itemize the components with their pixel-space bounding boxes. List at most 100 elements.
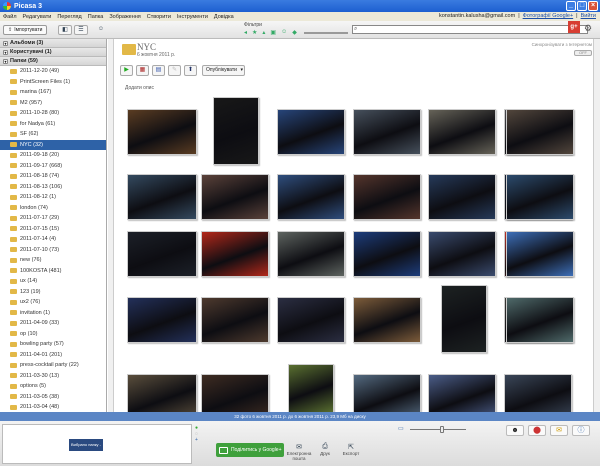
folder-item[interactable]: PrintScreen Files (1): [0, 77, 106, 88]
menu-help[interactable]: Довідка: [214, 14, 234, 20]
zoom-slider-handle[interactable]: [440, 426, 444, 433]
section-people[interactable]: ▾ Користувачі (1): [0, 48, 106, 57]
blog-button[interactable]: ✎: [168, 65, 181, 76]
main-scrollbar[interactable]: [593, 39, 600, 412]
photo-thumbnail[interactable]: [213, 97, 259, 165]
section-folders[interactable]: ▾ Папки (59): [0, 57, 106, 66]
photo-thumbnail[interactable]: [277, 297, 345, 343]
folder-item[interactable]: 2011-09-18 (20): [0, 150, 106, 161]
gear-icon[interactable]: ⚙: [584, 23, 592, 34]
collapse-icon[interactable]: ▾: [3, 58, 8, 64]
search-input[interactable]: ⌕: [352, 25, 588, 34]
folder-item[interactable]: 2011-07-14 (4): [0, 234, 106, 245]
folder-item[interactable]: london (74): [0, 203, 106, 214]
minimize-button[interactable]: _: [566, 1, 576, 11]
folder-item[interactable]: M2 (957): [0, 98, 106, 109]
add-icon[interactable]: +: [195, 437, 203, 443]
maximize-button[interactable]: □: [577, 1, 587, 11]
menu-picture[interactable]: Зображення: [109, 14, 140, 20]
movie-button[interactable]: ▤: [152, 65, 165, 76]
menu-edit[interactable]: Редагувати: [23, 14, 52, 20]
folder-item[interactable]: 2011-08-18 (74): [0, 171, 106, 182]
collage-button[interactable]: ▦: [136, 65, 149, 76]
photo-thumbnail[interactable]: [127, 174, 197, 220]
menu-view[interactable]: Перегляд: [57, 14, 81, 20]
thumbnail-zoom[interactable]: ▭: [398, 425, 470, 433]
folder-item[interactable]: NYC (32): [0, 139, 106, 150]
info-icon[interactable]: ⓘ: [572, 425, 590, 436]
folder-item[interactable]: press-cocktail party (22): [0, 360, 106, 371]
folder-item[interactable]: op (10): [0, 329, 106, 340]
folder-item[interactable]: invitation (1): [0, 308, 106, 319]
publish-button[interactable]: Опублікувати ▾: [202, 65, 245, 76]
photo-thumbnail[interactable]: [506, 231, 574, 277]
folder-item[interactable]: 2011-03-30 (13): [0, 371, 106, 382]
folder-item[interactable]: marina (167): [0, 87, 106, 98]
folder-item[interactable]: new (76): [0, 255, 106, 266]
tag-icon[interactable]: ✉: [550, 425, 568, 436]
album-date[interactable]: 6 жовтня 2011 р.: [137, 52, 175, 58]
movie-filter-icon[interactable]: ▣: [270, 29, 276, 36]
folder-item[interactable]: 2011-04-09 (33): [0, 318, 106, 329]
google-photos-link[interactable]: Фотографії Google+: [523, 13, 574, 19]
folder-item[interactable]: 2011-07-17 (29): [0, 213, 106, 224]
photo-thumbnail[interactable]: [277, 174, 345, 220]
photo-thumbnail[interactable]: [353, 374, 421, 412]
folder-item[interactable]: ux2 (76): [0, 297, 106, 308]
menu-file[interactable]: Файл: [3, 14, 17, 20]
photo-thumbnail[interactable]: [504, 374, 572, 412]
menu-tools[interactable]: Інструменти: [177, 14, 208, 20]
photo-thumbnail[interactable]: [506, 297, 574, 343]
date-filter-slider[interactable]: [304, 32, 348, 34]
photo-thumbnail[interactable]: [201, 374, 269, 412]
folder-item[interactable]: SF (62): [0, 129, 106, 140]
photo-thumbnail[interactable]: [288, 364, 334, 412]
photo-thumbnail[interactable]: [353, 174, 421, 220]
menu-create[interactable]: Створити: [147, 14, 171, 20]
menu-folder[interactable]: Папка: [88, 14, 104, 20]
folder-item[interactable]: 2011-10-28 (80): [0, 108, 106, 119]
upload-filter-icon[interactable]: ▴: [262, 29, 265, 36]
photo-thumbnail[interactable]: [353, 231, 421, 277]
import-button[interactable]: ⇪ Імпортувати: [3, 25, 48, 35]
google-plus-icon[interactable]: g+: [568, 21, 580, 33]
folder-item[interactable]: 2011-04-01 (201): [0, 350, 106, 361]
share-google-plus-button[interactable]: Поділитись у Google+: [216, 443, 284, 457]
folder-item[interactable]: 2011-09-17 (668): [0, 161, 106, 172]
export-button[interactable]: ⇱ Експорт: [338, 443, 364, 456]
folder-item[interactable]: options (5): [0, 381, 106, 392]
geotag-filter-icon[interactable]: ◆: [292, 29, 297, 36]
close-button[interactable]: ×: [588, 1, 598, 11]
location-pin-icon[interactable]: ⬤: [528, 425, 546, 436]
folder-item[interactable]: 2011-07-10 (73): [0, 245, 106, 256]
folder-item[interactable]: for Nadya (61): [0, 119, 106, 130]
photo-thumbnail[interactable]: [428, 374, 496, 412]
photo-thumbnail[interactable]: [506, 109, 574, 155]
collapse-icon[interactable]: ▾: [3, 40, 8, 46]
add-description[interactable]: Додати опис: [125, 85, 154, 91]
section-albums[interactable]: ▾ Альбоми (3): [0, 39, 106, 48]
photo-thumbnail[interactable]: [428, 174, 496, 220]
folder-item[interactable]: 2011-08-13 (106): [0, 182, 106, 193]
folder-item[interactable]: 100KOSTA (481): [0, 266, 106, 277]
upload-button[interactable]: ⬆: [184, 65, 197, 76]
folder-item[interactable]: 123 (19): [0, 287, 106, 298]
folder-item[interactable]: 2011-03-04 (48): [0, 402, 106, 412]
star-filter-icon[interactable]: ★: [252, 29, 257, 36]
photo-thumbnail[interactable]: [127, 109, 197, 155]
face-filter-icon[interactable]: ☺: [281, 29, 287, 36]
folder-item[interactable]: 2011-03-05 (38): [0, 392, 106, 403]
email-button[interactable]: ✉ Електронна пошта: [286, 443, 312, 461]
person-icon[interactable]: ☻: [506, 425, 524, 436]
photo-thumbnail[interactable]: [127, 231, 197, 277]
people-icon[interactable]: ☺: [94, 25, 108, 35]
photo-thumbnail[interactable]: [201, 297, 269, 343]
slideshow-button[interactable]: ▶: [120, 65, 133, 76]
photo-thumbnail[interactable]: [277, 109, 345, 155]
folder-item[interactable]: 2011-07-15 (15): [0, 224, 106, 235]
folder-item[interactable]: 2011-12-20 (49): [0, 66, 106, 77]
photo-thumbnail[interactable]: [353, 109, 421, 155]
photo-thumbnail[interactable]: [428, 231, 496, 277]
photo-thumbnail[interactable]: [506, 174, 574, 220]
photo-thumbnail[interactable]: [127, 374, 197, 412]
